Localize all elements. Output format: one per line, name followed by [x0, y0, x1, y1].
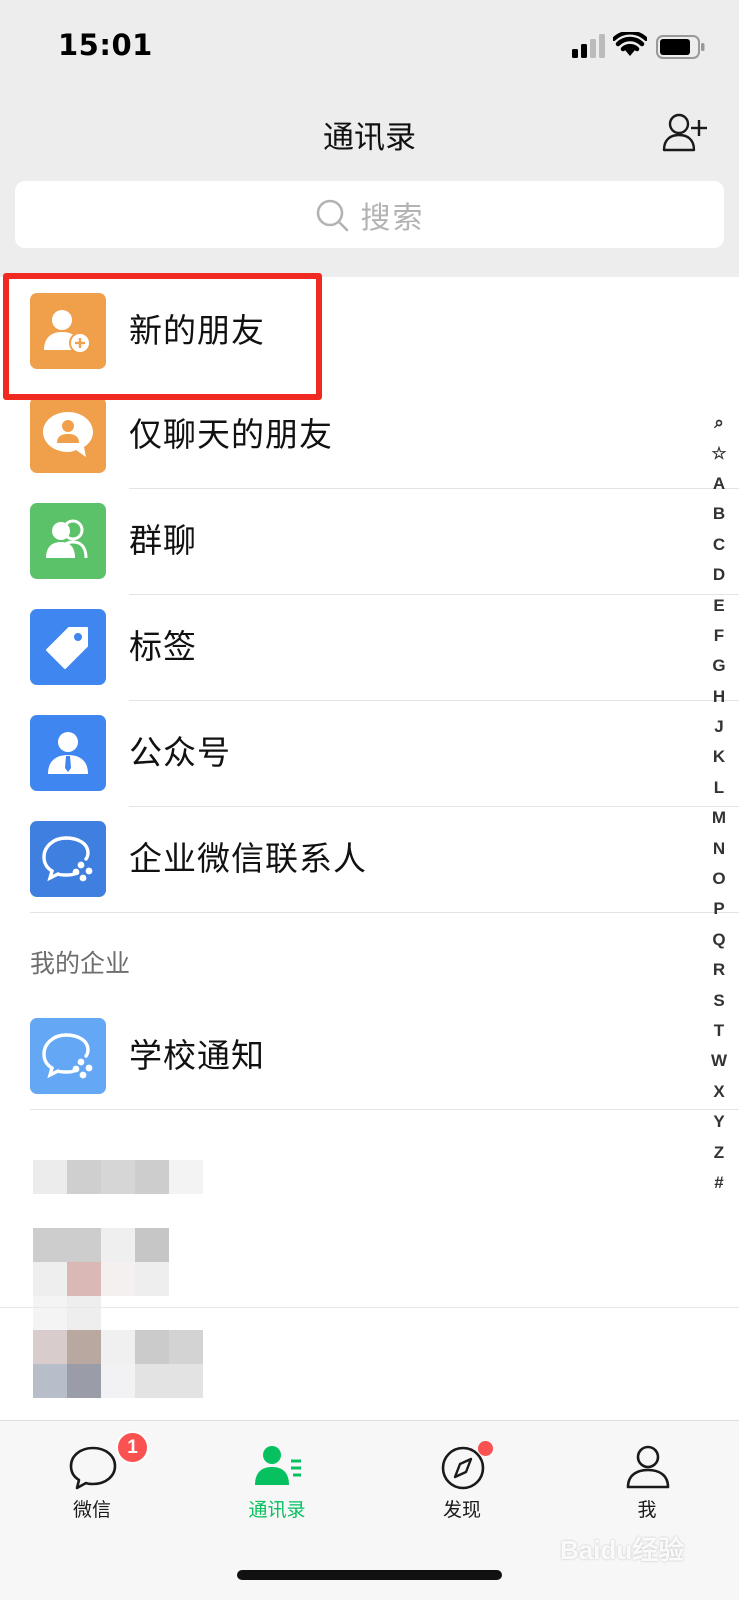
index-letter[interactable]: E	[699, 590, 739, 620]
tab-label: 我	[637, 1499, 657, 1521]
index-letter[interactable]: B	[699, 499, 739, 529]
index-letter[interactable]: S	[699, 985, 739, 1015]
menu-item-label: 群聊	[129, 521, 197, 560]
index-letter[interactable]: Z	[699, 1137, 739, 1167]
menu-item-school-notice[interactable]: 学校通知	[0, 1004, 739, 1110]
highlight-annotation	[3, 273, 322, 400]
status-time: 15:01	[58, 28, 153, 62]
unread-badge: 1	[116, 1431, 149, 1464]
index-letter[interactable]: W	[699, 1046, 739, 1076]
battery-icon	[656, 35, 705, 59]
notification-dot	[478, 1441, 493, 1456]
chat-bubble-icon	[69, 1446, 117, 1490]
index-letter[interactable]: G	[699, 651, 739, 681]
tab-contacts[interactable]: 通讯录	[217, 1431, 337, 1541]
index-letter[interactable]: J	[699, 712, 739, 742]
menu-item-wecom-contacts[interactable]: 企业微信联系人	[0, 807, 739, 913]
index-letter[interactable]: C	[699, 530, 739, 560]
index-letter[interactable]: T	[699, 1016, 739, 1046]
watermark-logo: Baidu经验	[560, 1535, 685, 1565]
menu-item-label: 标签	[129, 627, 197, 666]
index-letter[interactable]: H	[699, 682, 739, 712]
section-header-enterprise: 我的企业	[30, 949, 131, 978]
index-letter[interactable]: X	[699, 1077, 739, 1107]
index-letter[interactable]: R	[699, 955, 739, 985]
index-letter[interactable]: N	[699, 833, 739, 863]
tab-label: 通讯录	[248, 1499, 306, 1521]
index-letter[interactable]: K	[699, 742, 739, 772]
menu-item-tags[interactable]: 标签	[0, 595, 739, 701]
search-icon	[316, 199, 348, 231]
index-letter[interactable]: M	[699, 803, 739, 833]
index-letter[interactable]: P	[699, 894, 739, 924]
add-friend-icon[interactable]	[662, 112, 708, 154]
search-placeholder: 搜索	[360, 200, 425, 236]
group-chat-icon	[30, 503, 106, 579]
home-indicator[interactable]	[237, 1570, 502, 1580]
tab-label: 微信	[72, 1499, 111, 1521]
wifi-icon	[613, 32, 647, 56]
index-letter[interactable]: O	[699, 864, 739, 894]
menu-item-label: 公众号	[129, 733, 231, 772]
index-letter[interactable]: A	[699, 469, 739, 499]
chat-only-friend-icon	[30, 397, 106, 473]
tab-me[interactable]: 我	[587, 1431, 707, 1541]
tab-discover[interactable]: 发现	[402, 1431, 522, 1541]
index-star-icon[interactable]: ☆	[699, 438, 739, 468]
index-letter[interactable]: F	[699, 621, 739, 651]
status-bar: 15:01	[0, 0, 739, 92]
menu-item-label: 企业微信联系人	[129, 839, 367, 878]
page-title: 通讯录	[323, 120, 416, 156]
menu-item-group-chats[interactable]: 群聊	[0, 489, 739, 595]
row-divider	[30, 1109, 739, 1110]
person-icon	[626, 1445, 670, 1489]
tab-chats[interactable]: 1 微信	[32, 1431, 152, 1541]
menu-item-official-accounts[interactable]: 公众号	[0, 701, 739, 807]
index-letter[interactable]: Y	[699, 1107, 739, 1137]
contacts-icon	[255, 1446, 301, 1485]
wecom-school-icon	[30, 1018, 106, 1094]
index-letter[interactable]: D	[699, 560, 739, 590]
official-account-icon	[30, 715, 106, 791]
index-letter[interactable]: Q	[699, 925, 739, 955]
row-divider	[30, 912, 739, 913]
index-search-icon[interactable]: ⌕	[699, 408, 739, 438]
index-letter[interactable]: #	[699, 1168, 739, 1198]
menu-item-label: 学校通知	[129, 1036, 265, 1075]
cellular-signal-icon	[572, 34, 605, 58]
index-letter[interactable]: L	[699, 773, 739, 803]
alphabet-index-bar[interactable]: ⌕ ☆ A B C D E F G H J K L M N O P Q R S T W X Y Z #	[699, 408, 739, 1198]
wecom-contacts-icon	[30, 821, 106, 897]
search-input[interactable]: 搜索	[15, 181, 724, 248]
tag-icon	[30, 609, 106, 685]
tab-label: 发现	[442, 1499, 481, 1521]
navigation-bar: 通讯录	[0, 92, 739, 174]
